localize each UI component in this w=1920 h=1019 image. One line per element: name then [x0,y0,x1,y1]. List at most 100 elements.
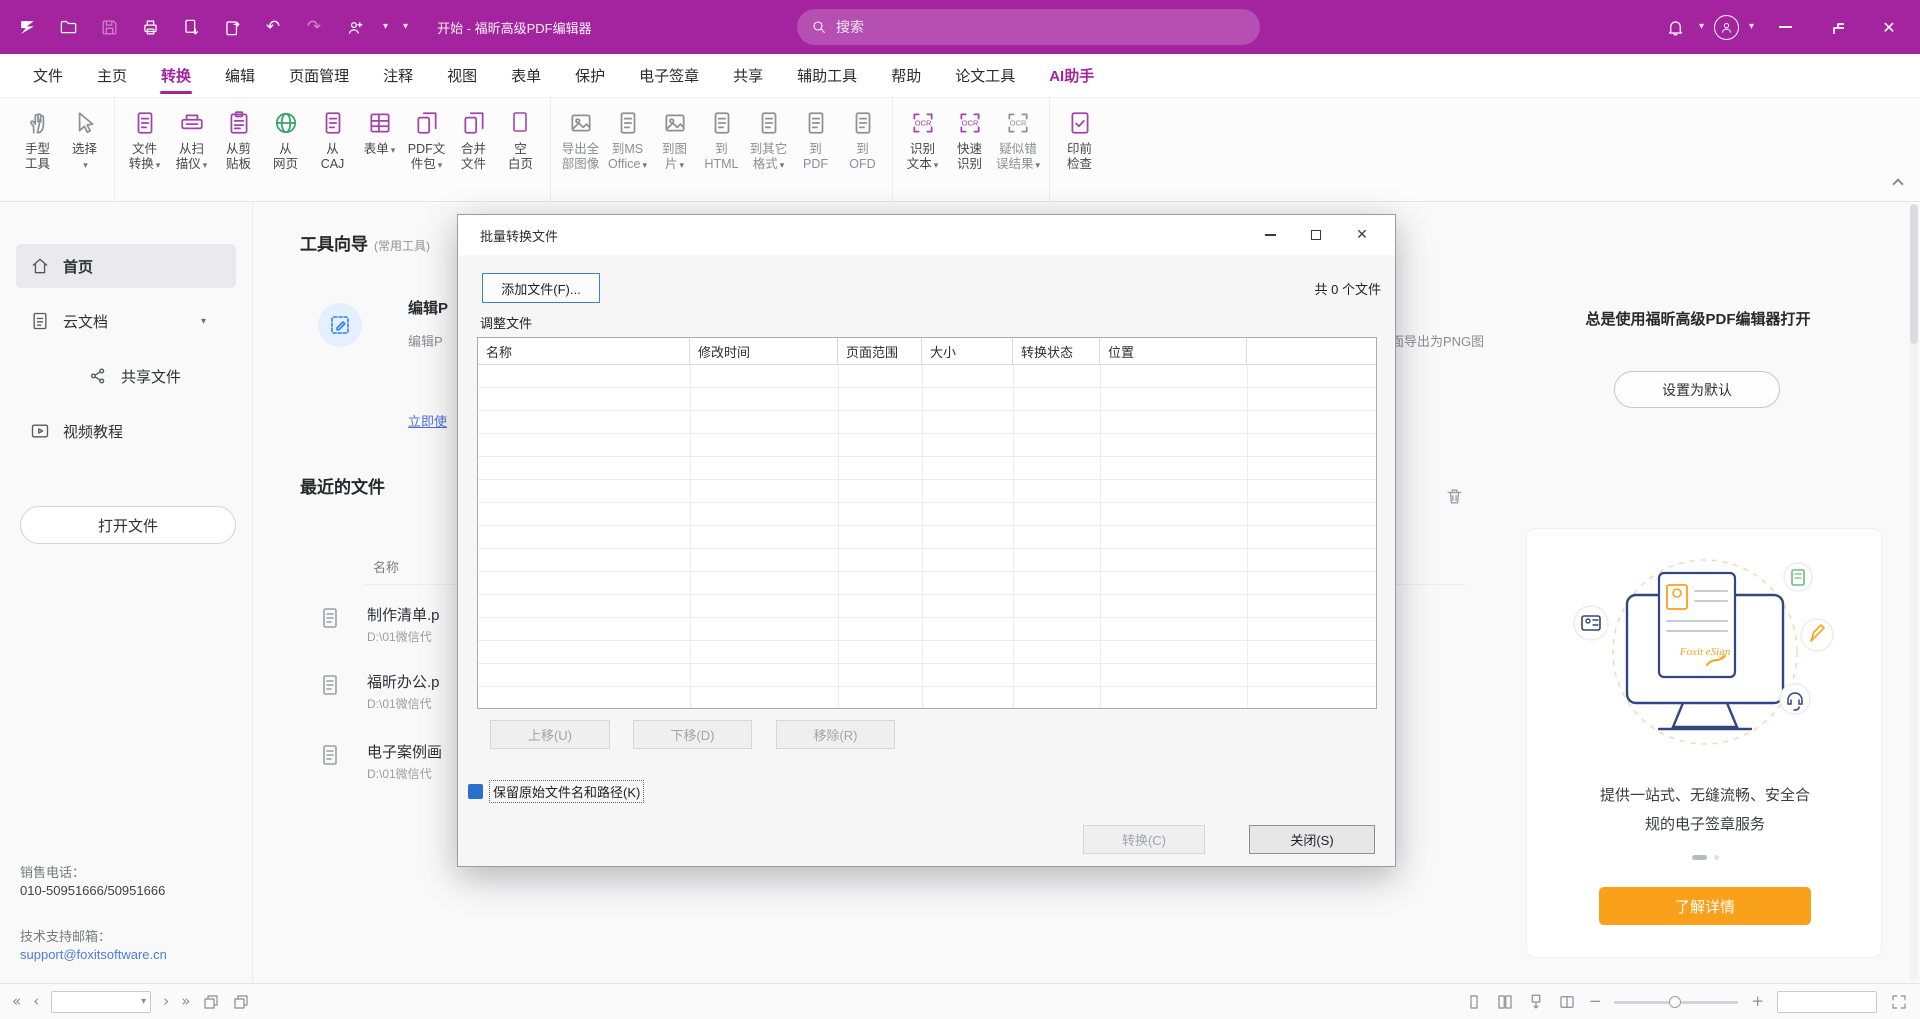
next-page-button[interactable]: › [163,994,169,1009]
page-number-input[interactable] [56,995,141,1009]
ribbon-tool-to-other-format[interactable]: 到其它格式▾ [745,98,792,201]
menu-item-share[interactable]: 共享 [716,54,780,97]
column-header-modified-time[interactable]: 修改时间 [690,338,838,364]
dialog-close-button[interactable]: ✕ [1339,215,1385,255]
menu-item-protect[interactable]: 保护 [558,54,622,97]
column-header-size[interactable]: 大小 [922,338,1013,364]
add-files-button[interactable]: 添加文件(F)... [482,273,600,303]
ribbon-tool-hand[interactable]: 手型工具 [14,98,61,201]
column-header-location[interactable]: 位置 [1100,338,1247,364]
file-table-body[interactable] [478,365,1376,708]
search-bar[interactable] [797,9,1260,45]
vertical-scrollbar[interactable] [1910,204,1918,981]
collapse-ribbon-icon[interactable] [1894,177,1906,189]
menu-item-paper-tools[interactable]: 论文工具 [938,54,1032,97]
sidebar-item-shared-files[interactable]: 共享文件 [16,354,236,398]
ribbon-tool-from-scanner[interactable]: 从扫描仪▾ [168,98,215,201]
remove-button[interactable]: 移除(R) [776,720,895,749]
chevron-down-icon[interactable]: ▾ [383,22,388,32]
keep-path-checkbox-label[interactable]: 保留原始文件名和路径(K) [490,781,643,802]
zoom-out-button[interactable]: − [1589,994,1602,1009]
column-header-convert-status[interactable]: 转换状态 [1013,338,1100,364]
share-user-icon[interactable] [342,14,368,40]
export-doc-icon[interactable] [178,14,204,40]
bell-chevron-icon[interactable]: ▾ [1699,22,1704,32]
page-number-box[interactable]: ▾ [51,991,151,1013]
menu-item-form[interactable]: 表单 [494,54,558,97]
menu-item-accessibility[interactable]: 辅助工具 [780,54,874,97]
zoom-percent-box[interactable] [1777,991,1877,1013]
bell-icon[interactable] [1663,14,1689,40]
search-input[interactable] [836,19,1246,35]
close-dialog-button[interactable]: 关闭(S) [1249,825,1375,854]
support-email-link[interactable]: support@foxitsoftware.cn [20,946,167,964]
first-page-button[interactable]: « [12,994,21,1009]
book-view-icon[interactable] [1558,993,1576,1011]
ribbon-tool-from-clipboard[interactable]: 从剪贴板 [215,98,262,201]
menu-item-file[interactable]: 文件 [16,54,80,97]
avatar-chevron-icon[interactable]: ▾ [1749,22,1754,32]
menu-item-home[interactable]: 主页 [80,54,144,97]
open-file-button[interactable]: 打开文件 [20,506,236,544]
ribbon-tool-pdf-portfolio[interactable]: PDF文件包▾ [403,98,450,201]
send-doc-icon[interactable] [219,14,245,40]
zoom-in-button[interactable]: + [1751,994,1764,1009]
fullscreen-icon[interactable] [1890,993,1908,1011]
menu-item-convert[interactable]: 转换 [144,54,208,97]
ribbon-tool-recognize-text[interactable]: 识别文本▾ [899,98,946,201]
ribbon-tool-to-ms-office[interactable]: 到MSOffice▾ [604,98,651,201]
dialog-minimize-button[interactable] [1247,215,1293,255]
customize-toolbar-chevron-icon[interactable]: ▾ [403,22,408,32]
zoom-percent-input[interactable] [1778,992,1876,1012]
edit-pdf-tool-icon[interactable] [318,303,362,347]
keep-path-checkbox[interactable] [468,784,483,799]
dialog-maximize-button[interactable] [1293,215,1339,255]
sidebar-item-video-tutorials[interactable]: 视频教程 [16,409,236,453]
scrollbar-thumb[interactable] [1910,204,1918,344]
avatar[interactable] [1714,15,1739,40]
carousel-dot-active[interactable] [1692,855,1707,860]
chevron-down-icon[interactable]: ▾ [141,997,146,1007]
menu-item-ai-assistant[interactable]: AI助手 [1032,54,1111,97]
column-header-name[interactable]: 名称 [478,338,690,364]
ribbon-tool-suspect-results[interactable]: 疑似错误结果▾ [993,98,1043,201]
ribbon-tool-from-caj[interactable]: 从CAJ [309,98,356,201]
move-up-button[interactable]: 上移(U) [490,720,610,749]
menu-item-comment[interactable]: 注释 [366,54,430,97]
convert-button[interactable]: 转换(C) [1083,825,1205,854]
file-table[interactable]: 名称 修改时间 页面范围 大小 转换状态 位置 [477,337,1377,709]
save-icon[interactable] [96,14,122,40]
ribbon-tool-select[interactable]: 选择▾ [61,98,108,201]
zoom-slider-handle[interactable] [1669,996,1681,1008]
clipboard-copy-icon[interactable] [232,993,250,1011]
redo-icon[interactable]: ↷ [301,14,327,40]
menu-item-esign[interactable]: 电子签章 [622,54,716,97]
use-now-link[interactable]: 立即使 [408,411,447,430]
zoom-slider[interactable] [1614,994,1738,1010]
menu-item-view[interactable]: 视图 [430,54,494,97]
ribbon-tool-quick-recognize[interactable]: 快速识别 [946,98,993,201]
ribbon-tool-to-image[interactable]: 到图片▾ [651,98,698,201]
menu-item-page-manage[interactable]: 页面管理 [272,54,366,97]
sidebar-item-home[interactable]: 首页 [16,244,236,288]
ribbon-tool-from-web[interactable]: 从网页 [262,98,309,201]
ribbon-tool-export-all-images[interactable]: 导出全部图像 [557,98,604,201]
undo-icon[interactable]: ↶ [260,14,286,40]
dialog-titlebar[interactable]: 批量转换文件 ✕ [458,215,1395,255]
set-as-default-button[interactable]: 设置为默认 [1614,371,1780,408]
ribbon-tool-blank-page[interactable]: 空白页 [497,98,544,201]
continuous-scroll-view-icon[interactable] [1527,993,1545,1011]
restore-button[interactable] [1816,0,1858,54]
single-page-view-icon[interactable] [1465,993,1483,1011]
move-down-button[interactable]: 下移(D) [633,720,752,749]
snapshot-icon[interactable] [202,993,220,1011]
previous-page-button[interactable]: ‹ [33,994,39,1009]
last-page-button[interactable]: » [181,994,190,1009]
column-header-page-range[interactable]: 页面范围 [838,338,922,364]
open-folder-icon[interactable] [55,14,81,40]
ribbon-tool-form[interactable]: 表单▾ [356,98,403,201]
learn-more-button[interactable]: 了解详情 [1599,887,1811,925]
ribbon-tool-to-pdf[interactable]: 到PDF [792,98,839,201]
chevron-down-icon[interactable]: ▾ [201,316,206,327]
ribbon-tool-file-convert[interactable]: 文件转换▾ [121,98,168,201]
